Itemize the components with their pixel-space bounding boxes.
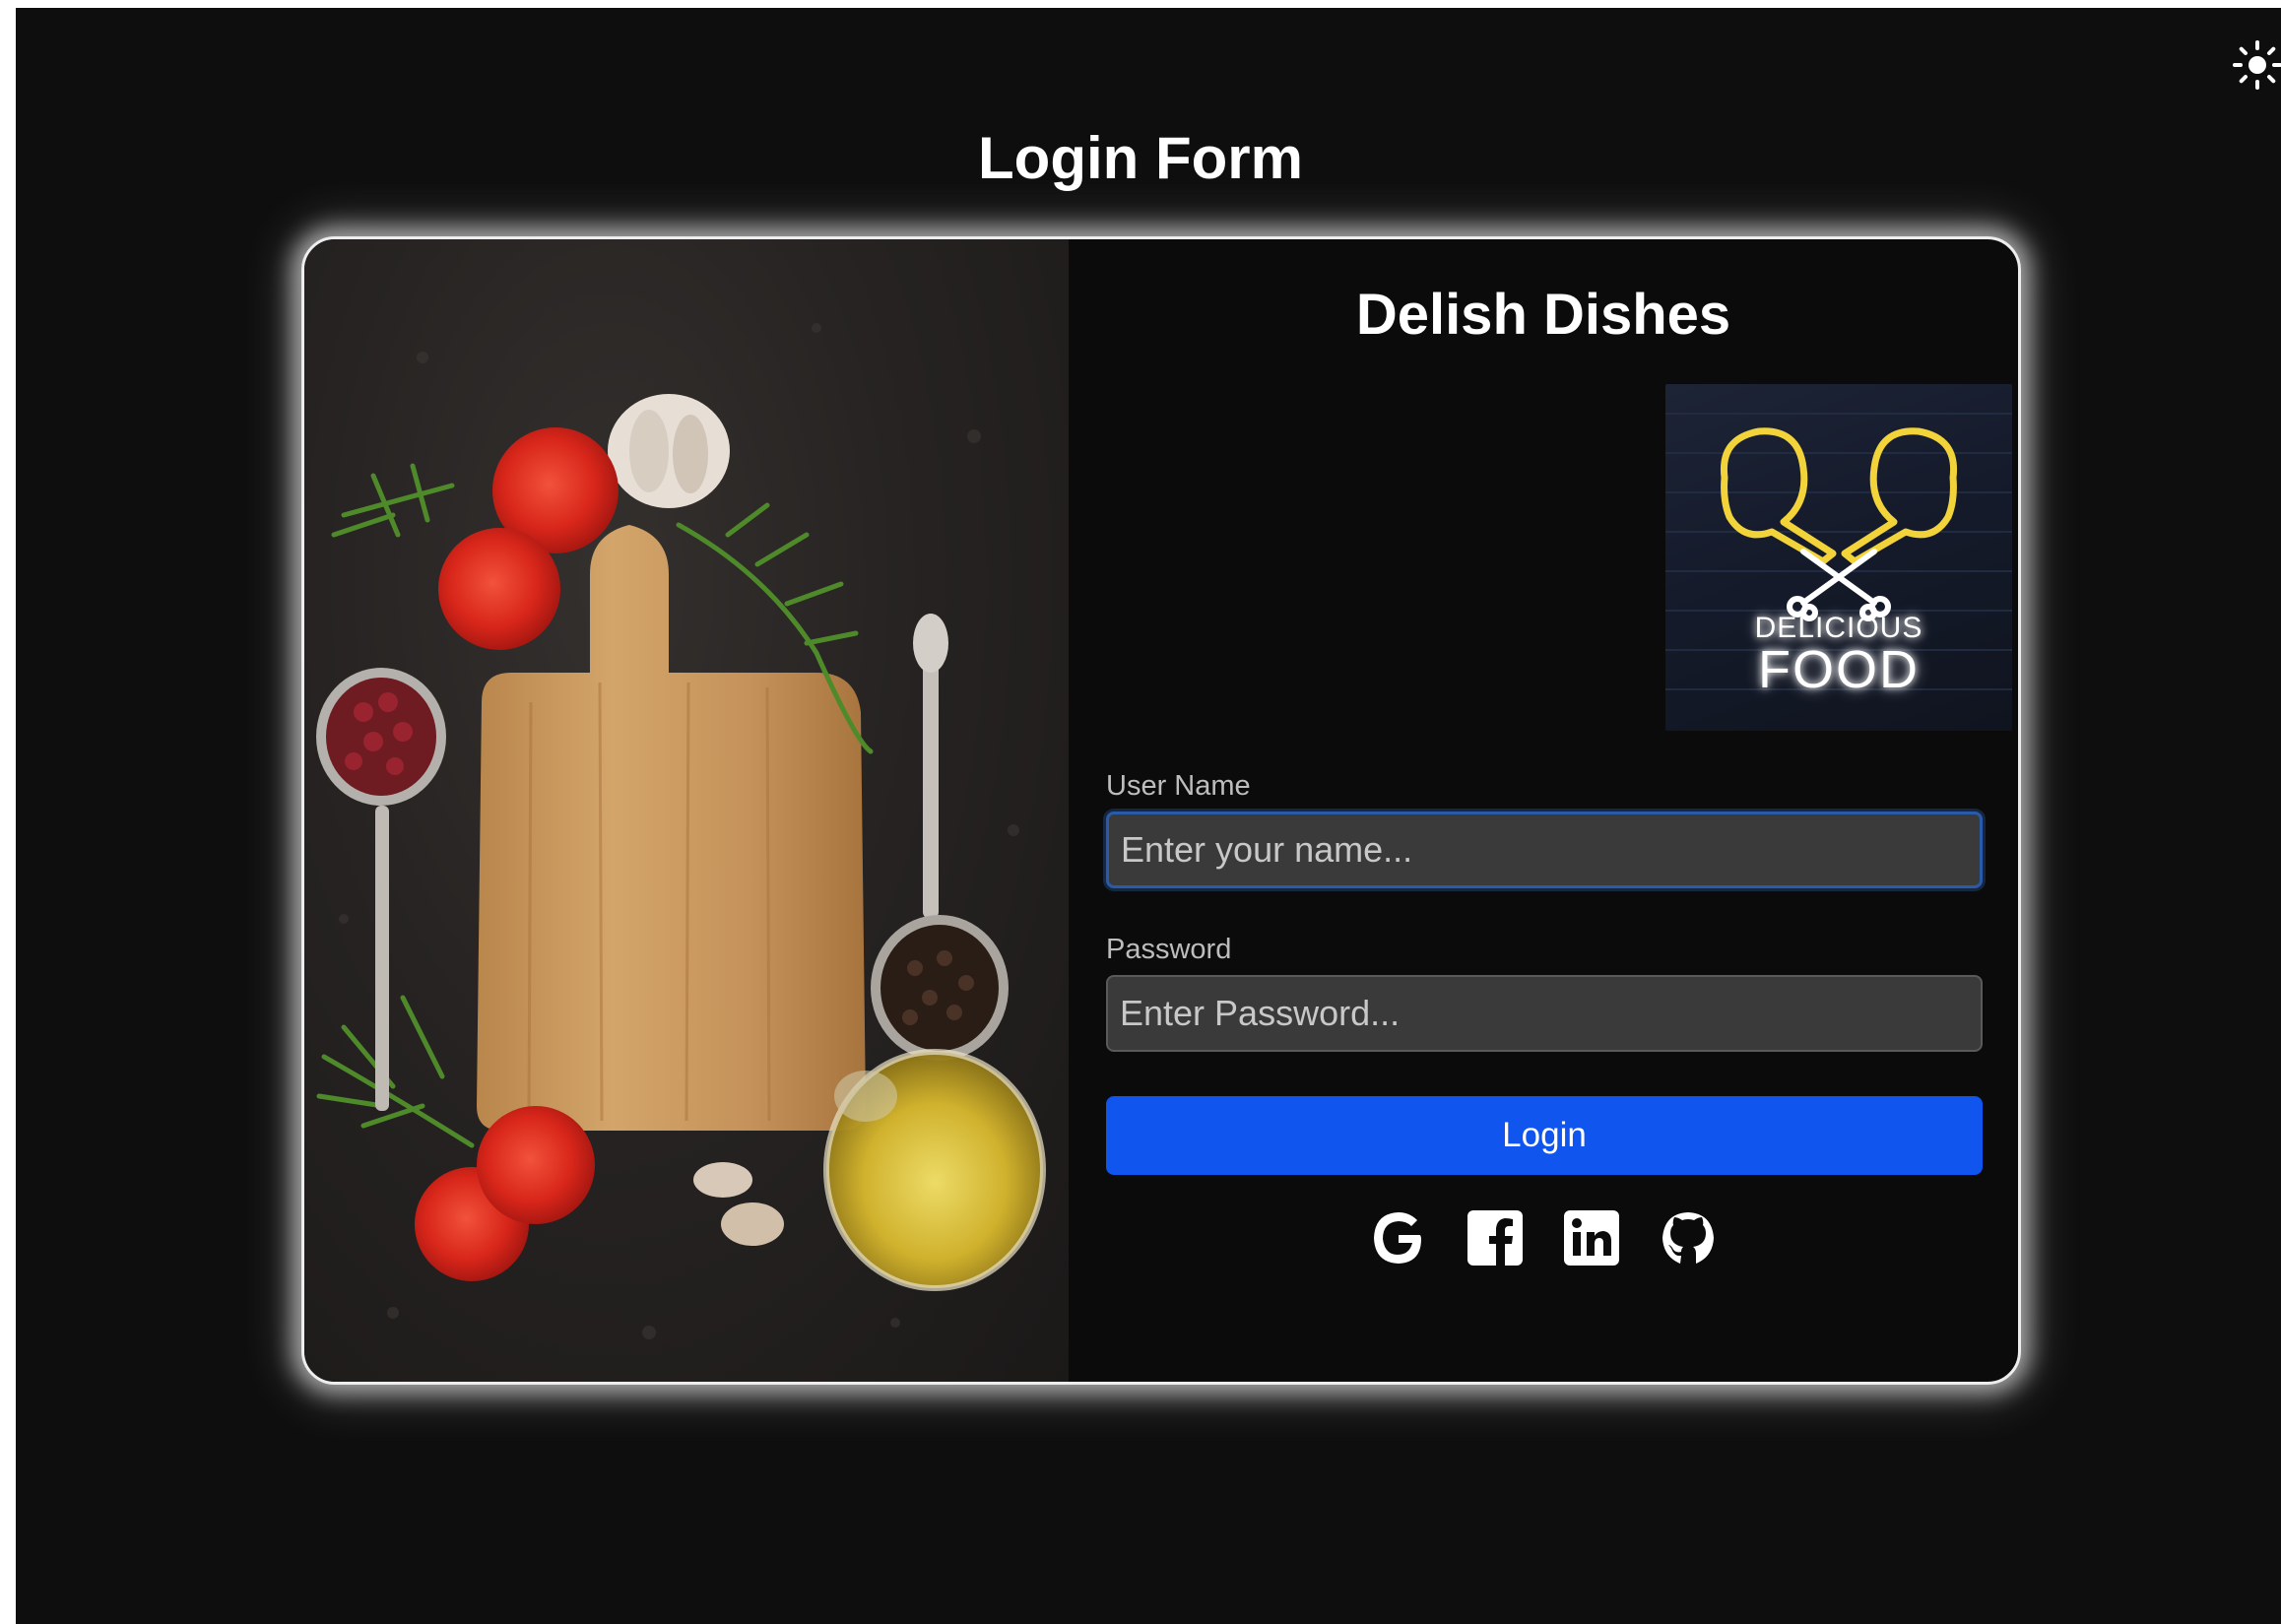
github-login-button[interactable]: [1658, 1209, 1719, 1270]
password-label: Password: [1106, 934, 1232, 965]
linkedin-login-button[interactable]: [1561, 1209, 1622, 1270]
login-button[interactable]: Login: [1106, 1096, 1983, 1175]
theme-toggle-button[interactable]: [2228, 37, 2281, 97]
food-photo: [304, 239, 1069, 1382]
social-login-row: [1069, 1209, 2018, 1270]
facebook-login-button[interactable]: [1465, 1209, 1526, 1270]
brand-logo: DELICIOUS FOOD: [1665, 384, 2012, 731]
linkedin-icon: [1562, 1208, 1621, 1272]
username-label: User Name: [1106, 770, 1251, 802]
google-login-button[interactable]: [1368, 1209, 1429, 1270]
facebook-icon: [1466, 1208, 1525, 1272]
brand-title: Delish Dishes: [1355, 283, 1731, 347]
form-panel: Delish Dishes DELICIOUS FOOD User Name E…: [1069, 239, 2018, 1382]
github-icon: [1659, 1208, 1718, 1272]
username-input[interactable]: [1106, 812, 1983, 888]
logo-text-line2: FOOD: [1758, 640, 1920, 699]
login-card: Delish Dishes DELICIOUS FOOD User Name E…: [301, 236, 2021, 1385]
password-input[interactable]: [1106, 975, 1983, 1052]
page-title: Login Form: [978, 125, 1303, 191]
sun-icon: [2231, 38, 2281, 97]
google-icon: [1369, 1208, 1428, 1272]
